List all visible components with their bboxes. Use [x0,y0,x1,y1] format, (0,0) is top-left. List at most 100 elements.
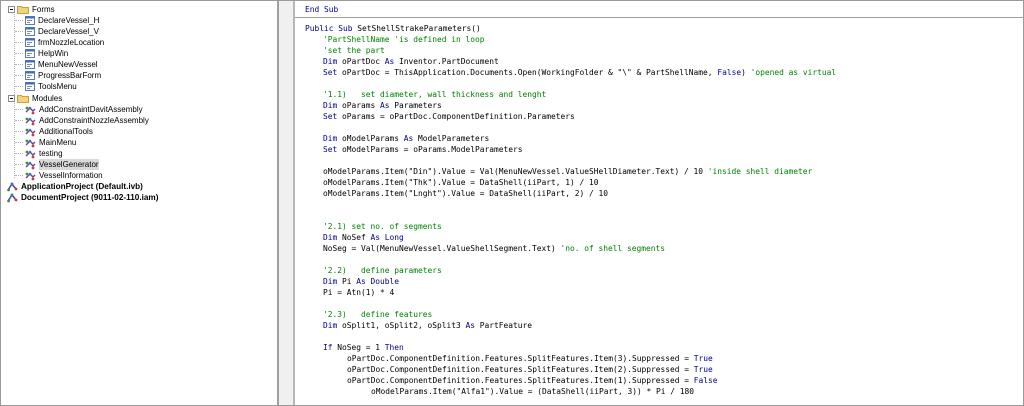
collapse-toggle-icon[interactable] [8,6,15,13]
tree-item-module[interactable]: MainMenu [15,137,76,148]
module-icon [25,150,36,158]
code-token-rest: oPartDoc.ComponentDefinition.Features.Sp… [347,365,694,374]
pane-gap [279,1,293,405]
code-token-rest: oPartDoc.ComponentDefinition.Features.Sp… [347,376,694,385]
form-icon [25,49,35,58]
tree-connector [15,20,23,21]
code-token-rest2: Parameters [389,101,442,110]
code-token-rest2: ) [741,68,751,77]
code-line: Dim oPartDoc As Inventor.PartDocument [323,56,499,67]
tree-item-module[interactable]: AdditionalTools [15,126,93,137]
tree-connector [15,142,23,143]
code-line: Dim oModelParams As ModelParameters [323,133,489,144]
code-line: oPartDoc.ComponentDefinition.Features.Sp… [347,353,713,364]
code-token-keyword2: As [384,57,395,66]
code-token-comment: '1.1) set diameter, wall thickness and l… [323,90,547,99]
tree-item-form-label: MenuNewVessel [38,60,98,69]
code-line: Dim oSplit1, oSplit2, oSplit3 As PartFea… [323,320,532,331]
tree-label-forms: Forms [32,5,55,14]
code-token-rest: oParams = oPartDoc.ComponentDefinition.P… [337,112,575,121]
tree-item-module[interactable]: VesselInformation [15,170,103,181]
tree-connector [15,53,23,54]
code-token-rest: Pi = Atn(1) * 4 [323,288,395,297]
form-icon [25,71,35,80]
tree-connector [15,64,23,65]
code-line: Set oModelParams = oParams.ModelParamete… [323,144,523,155]
tree-item-module-label: AddConstraintDavitAssembly [39,105,143,114]
project-explorer[interactable]: Forms Modules DeclareVessel_H DeclareVess… [1,1,277,405]
code-token-keyword: Dim [323,134,338,143]
code-line: Set oParams = oPartDoc.ComponentDefiniti… [323,111,575,122]
tree-item-form[interactable]: DeclareVessel_V [15,26,99,37]
project-icon [7,182,18,191]
tree-item-form-label: ToolsMenu [38,82,77,91]
code-line: Dim Pi As Double [323,276,399,287]
tree-node-forms[interactable]: Forms [8,4,55,15]
module-icon [25,139,36,147]
code-token-comment: '2.3) define features [323,310,433,319]
code-line: 'set the part [323,45,385,56]
tree-item-module[interactable]: AddConstraintNozzleAssembly [15,115,149,126]
tree-item-form[interactable]: DeclareVessel_H [15,15,99,26]
tree-item-form[interactable]: frmNozzleLocation [15,37,104,48]
tree-item-project[interactable]: DocumentProject (9011-02-110.iam) [7,192,158,203]
code-token-keyword2: Then [384,343,404,352]
tree-item-form[interactable]: HelpWin [15,48,68,59]
tree-node-modules[interactable]: Modules [8,93,62,104]
code-token-rest2: Inventor.PartDocument [394,57,499,66]
code-line: Dim NoSef As Long [323,232,404,243]
tree-item-form[interactable]: ProgressBarForm [15,70,101,81]
tree-item-project-label: DocumentProject (9011-02-110.iam) [21,193,159,202]
project-icon [7,193,18,202]
code-token-rest: NoSeg = Val(MenuNewVessel.ValueShellSegm… [323,244,561,253]
code-line: oModelParams.Item("Thk").Value = DataShe… [323,177,599,188]
form-icon [25,38,35,47]
procedure-separator [295,17,1023,18]
code-window[interactable]: End Sub Public Sub SetShellStrakeParamet… [295,1,1023,405]
code-token-comment: '2.2) define parameters [323,266,442,275]
tree-item-form[interactable]: ToolsMenu [15,81,77,92]
code-line: '2.2) define parameters [323,265,442,276]
module-icon [25,172,36,180]
form-icon [25,27,35,36]
tree-item-form-label: DeclareVessel_H [38,16,100,25]
code-token-keyword: Dim [323,277,338,286]
tree-item-form-label: DeclareVessel_V [38,27,99,36]
code-token-comment: 'PartShellName 'is defined in loop [323,35,485,44]
code-token-keyword2: True [693,365,713,374]
code-token-rest: oParams [337,101,381,110]
code-token-rest: oModelParams.Item("Din").Value = Val(Men… [323,167,708,176]
code-line: NoSeg = Val(MenuNewVessel.ValueShellSegm… [323,243,665,254]
module-icon [25,128,36,136]
code-token-comment: 'inside shell diameter [707,167,813,176]
code-token-rest: oPartDoc.ComponentDefinition.Features.Sp… [347,354,694,363]
code-line: '2.1) set no. of segments [323,221,442,232]
code-line-end-sub: End Sub [305,5,339,14]
vba-editor-window: Forms Modules DeclareVessel_H DeclareVess… [0,0,1024,406]
tree-item-form[interactable]: MenuNewVessel [15,59,98,70]
form-icon [25,82,35,91]
code-token-keyword: Set [323,145,338,154]
code-token-comment: 'no. of shell segments [560,244,666,253]
tree-connector [15,164,23,165]
tree-connector [15,120,23,121]
code-token-keyword2: As [403,134,414,143]
code-line: Pi = Atn(1) * 4 [323,287,394,298]
code-token-rest: oModelParams.Item("Lnght").Value = DataS… [323,189,609,198]
code-token-keyword2: False [717,68,742,77]
collapse-toggle-icon[interactable] [8,95,15,102]
folder-icon [17,95,29,103]
tree-item-module[interactable]: testing [15,148,63,159]
code-line: Dim oParams As Parameters [323,100,442,111]
module-icon [25,106,36,114]
tree-item-project[interactable]: ApplicationProject (Default.ivb) [7,181,143,192]
code-token-keyword: Dim [323,321,338,330]
code-token-rest: SetShellStrakeParameters() [352,24,481,33]
code-line: oPartDoc.ComponentDefinition.Features.Sp… [347,375,718,386]
tree-item-form-label: frmNozzleLocation [38,38,105,47]
tree-item-module[interactable]: AddConstraintDavitAssembly [15,104,143,115]
code-token-rest: oSplit1, oSplit2, oSplit3 [337,321,466,330]
tree-item-module[interactable]: VesselGenerator [15,159,99,170]
code-token-keyword: Dim [323,57,338,66]
tree-connector [15,175,23,176]
